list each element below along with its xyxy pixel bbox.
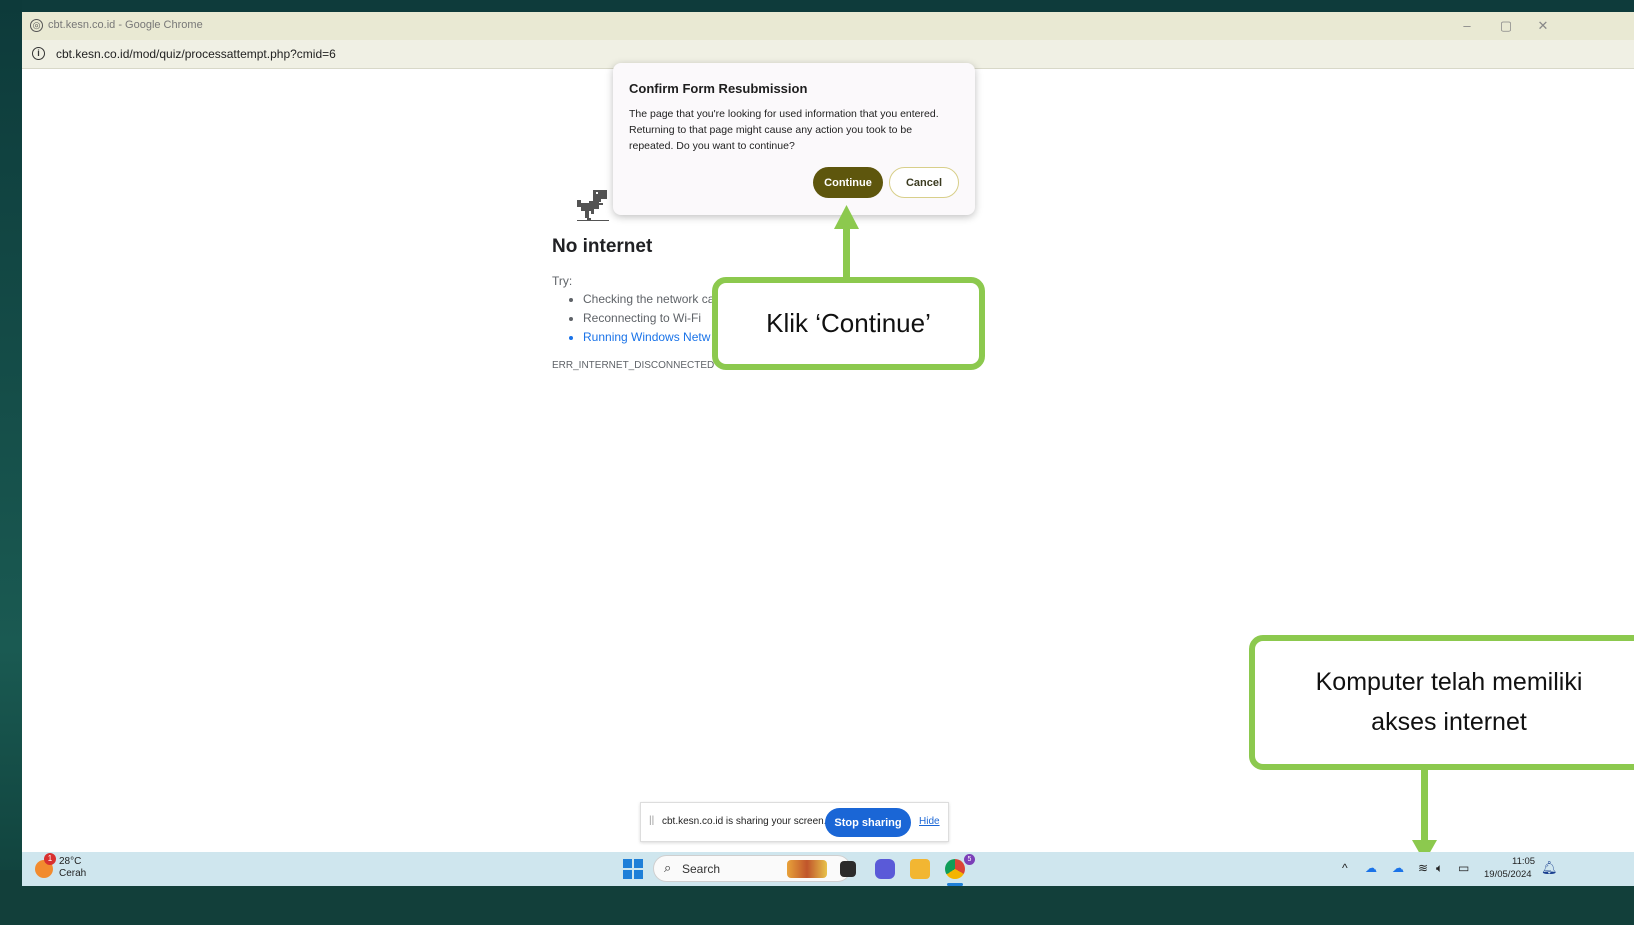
file-explorer-icon[interactable] [910,859,930,879]
temperature[interactable]: 28°C [59,856,81,867]
internet-callout-line1: Komputer telah memiliki [1315,668,1583,696]
error-code: ERR_INTERNET_DISCONNECTED [552,360,715,371]
maximize-button[interactable]: ▢ [1495,16,1517,36]
arrow-to-continue [843,226,850,278]
cancel-button[interactable]: Cancel [889,167,959,198]
globe-icon: ◎ [30,19,43,32]
dialog-title: Confirm Form Resubmission [629,81,808,96]
task-view-icon[interactable] [840,861,856,877]
onedrive-icon-2[interactable]: ☁ [1392,861,1404,875]
chrome-icon[interactable] [945,859,965,879]
suggestion-reconnect-wifi: Reconnecting to Wi-Fi [583,309,714,328]
drag-handle-icon[interactable]: || [649,815,654,826]
clock-time[interactable]: 11:05 [1512,856,1535,867]
stop-sharing-button[interactable]: Stop sharing [825,808,911,837]
info-icon[interactable]: i [32,47,45,60]
weather-badge: 1 [44,853,56,865]
battery-icon[interactable]: ▭ [1458,861,1469,875]
taskbar: 1 28°C Cerah ⌕ Search 5 ^ ☁ ☁ ≋ 🔈︎ ▭ 11:… [22,852,1634,886]
taskbar-search[interactable]: ⌕ Search [653,855,851,882]
volume-icon[interactable]: 🔈︎ [1436,861,1443,876]
clock-date[interactable]: 19/05/2024 [1484,869,1532,880]
wifi-icon[interactable]: ≋ [1418,861,1428,875]
chrome-notification-badge: 5 [964,854,975,865]
suggestion-check-network: Checking the network ca [583,290,714,309]
minimize-button[interactable]: – [1456,16,1478,36]
teams-icon[interactable] [875,859,895,879]
arrow-head-up [834,205,859,229]
arrow-to-wifi [1421,770,1428,842]
weather-condition[interactable]: Cerah [59,868,86,879]
chevron-up-icon[interactable]: ^ [1342,861,1348,875]
active-app-indicator [947,883,963,886]
search-placeholder: Search [682,862,721,876]
window-title: cbt.kesn.co.id - Google Chrome [48,19,203,31]
confirm-resubmission-dialog: Confirm Form Resubmission The page that … [613,63,975,215]
windows-start-icon[interactable] [623,859,643,879]
continue-button[interactable]: Continue [813,167,883,198]
sharing-status-text: cbt.kesn.co.id is sharing your screen. [662,816,827,827]
notification-bell-icon[interactable]: 🔔︎ [1541,860,1558,876]
internet-access-callout: Komputer telah memiliki akses internet [1249,635,1634,770]
dinosaur-icon [577,190,609,221]
title-bar: ◎ cbt.kesn.co.id - Google Chrome – ▢ ✕ [22,12,1634,40]
search-icon: ⌕ [664,860,672,875]
error-heading: No internet [552,236,653,257]
url-text[interactable]: cbt.kesn.co.id/mod/quiz/processattempt.p… [56,47,336,61]
search-highlight-icon [787,860,827,878]
dialog-message: The page that you're looking for used in… [629,108,939,152]
screen-share-bar: || cbt.kesn.co.id is sharing your screen… [640,802,949,842]
suggestion-network-diagnostics-link[interactable]: Running Windows Netw [583,328,714,347]
continue-callout: Klik ‘Continue’ [712,277,985,370]
desktop-background [0,0,22,925]
onedrive-icon[interactable]: ☁ [1365,861,1377,875]
hide-link[interactable]: Hide [919,816,940,827]
suggestion-list: Checking the network ca Reconnecting to … [567,290,714,347]
try-label: Try: [552,274,573,288]
internet-callout-line2: akses internet [1371,708,1527,736]
close-button[interactable]: ✕ [1532,16,1554,36]
